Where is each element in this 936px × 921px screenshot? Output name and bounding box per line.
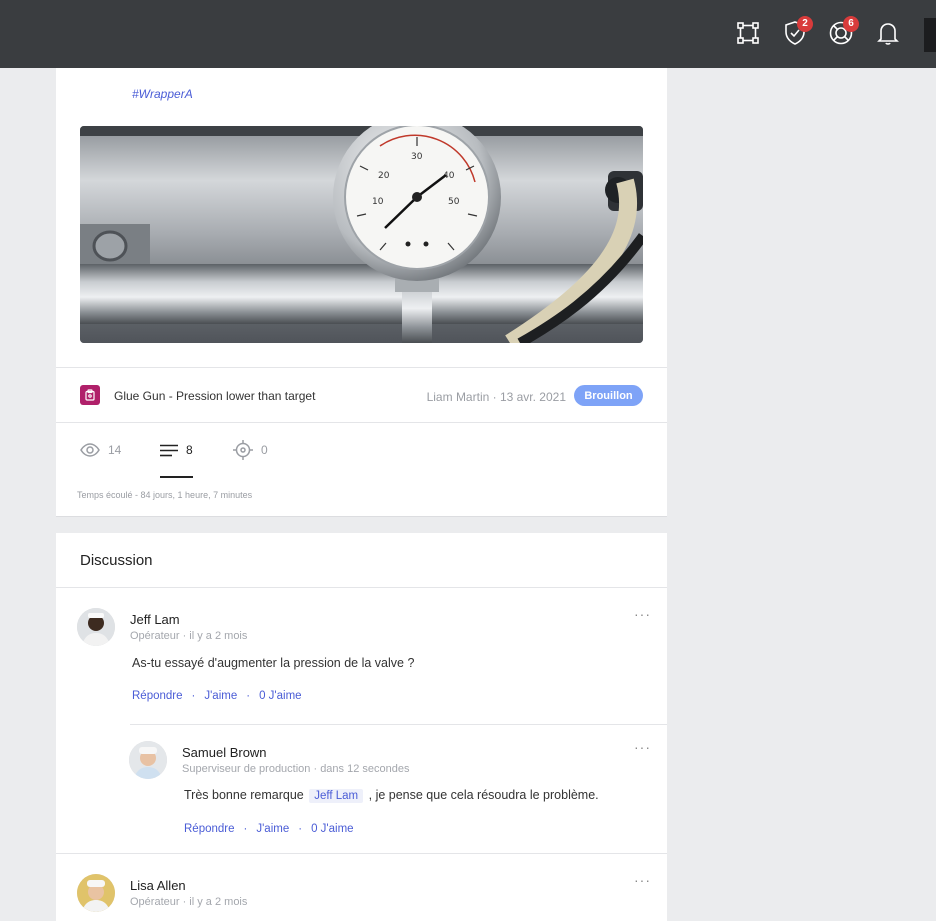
separator: · [191,690,196,702]
svg-text:50: 50 [448,197,460,207]
status-badge[interactable]: Brouillon [574,385,643,406]
separator: · [298,823,303,835]
discussion-card: Discussion Jeff Lam Opérateur · il y a 2… [56,533,667,921]
comment-actions: Répondre · J'aime · 0 J'aime [132,690,302,702]
lines-icon [160,444,178,456]
reply-link[interactable]: Répondre [132,690,183,702]
comment-text: As-tu essayé d'augmenter la pression de … [132,656,415,670]
bell-icon[interactable] [872,17,904,49]
post-card: #WrapperA 30 20 40 10 50 Glue Gun - Pres… [56,68,667,517]
discussion-title: Discussion [80,552,153,569]
frame-icon[interactable] [732,17,764,49]
comment-meta: Superviseur de production · dans 12 seco… [182,763,410,775]
like-link[interactable]: J'aime [256,823,289,835]
targets-count: 0 [261,443,268,457]
avatar[interactable] [129,741,167,779]
views-stat[interactable]: 14 [80,440,121,460]
svg-text:20: 20 [378,171,390,181]
comment-menu-button[interactable]: ··· [634,740,651,754]
elapsed-time: Temps écoulé - 84 jours, 1 heure, 7 minu… [77,490,253,500]
separator: · [246,690,251,702]
svg-text:30: 30 [411,152,423,162]
comment-author[interactable]: Jeff Lam [130,612,180,627]
help-badge: 6 [843,16,859,32]
comment-meta: Opérateur · il y a 2 mois [130,630,248,642]
user-mention[interactable]: Jeff Lam [309,789,364,803]
hashtag-link[interactable]: #WrapperA [132,87,193,101]
divider [56,587,667,588]
svg-text:10: 10 [372,197,384,207]
targets-stat[interactable]: 0 [233,440,268,460]
issue-type-icon [80,385,100,405]
likes-count[interactable]: 0 J'aime [259,690,301,702]
views-count: 14 [108,443,122,457]
comment-author[interactable]: Samuel Brown [182,745,267,760]
target-icon [233,440,253,460]
shield-badge: 2 [797,16,813,32]
shield-icon[interactable]: 2 [779,16,813,49]
comment-author[interactable]: Lisa Allen [130,878,186,893]
issue-meta: Liam Martin · 13 avr. 2021 [426,390,566,404]
likes-count[interactable]: 0 J'aime [311,823,353,835]
comment-meta: Opérateur · il y a 2 mois [130,896,248,908]
active-tab-underline [160,476,193,478]
separator: · [243,823,248,835]
comment-menu-button[interactable]: ··· [634,607,651,621]
comment-text-end: , je pense que cela résoudra le problème… [368,788,599,802]
comment-menu-button[interactable]: ··· [634,873,651,887]
eye-icon [80,443,100,457]
post-photo[interactable]: 30 20 40 10 50 [80,126,643,343]
divider [56,853,667,854]
comment-text-start: Très bonne remarque [184,788,304,802]
like-link[interactable]: J'aime [204,690,237,702]
comments-stat[interactable]: 8 [160,440,193,460]
avatar[interactable] [77,874,115,912]
divider [56,422,667,423]
reply-link[interactable]: Répondre [184,823,235,835]
issue-title[interactable]: Glue Gun - Pression lower than target [114,389,315,403]
comments-count: 8 [186,443,193,457]
divider [130,724,667,725]
lifebuoy-icon[interactable]: 6 [825,16,859,49]
avatar[interactable] [77,608,115,646]
topbar-edge [924,18,936,52]
top-bar: 2 6 [0,0,936,68]
divider [56,367,667,368]
comment-actions: Répondre · J'aime · 0 J'aime [184,823,354,835]
comment-text: Très bonne remarque Jeff Lam , je pense … [184,788,599,803]
